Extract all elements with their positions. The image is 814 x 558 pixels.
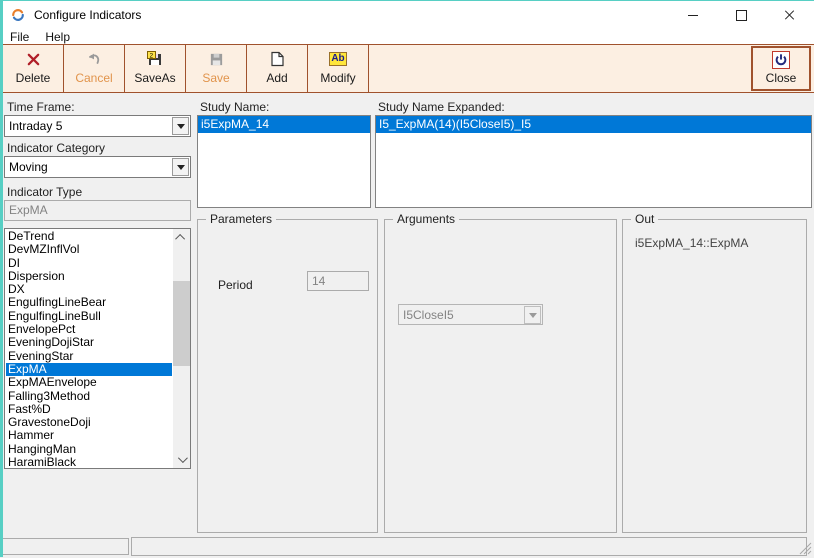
window-close-button[interactable] — [765, 0, 814, 30]
scrollbar-thumb[interactable] — [173, 281, 190, 366]
list-item[interactable]: ExpMAEnvelope — [6, 375, 172, 389]
chevron-down-icon[interactable] — [172, 158, 189, 176]
list-item[interactable]: HaramiBlack — [6, 455, 172, 467]
chevron-down-icon[interactable] — [524, 306, 541, 324]
maximize-button[interactable] — [717, 0, 765, 30]
window-left-border — [0, 0, 3, 557]
list-item[interactable]: EngulfingLineBear — [6, 296, 172, 310]
menu-file[interactable]: File — [0, 30, 37, 44]
list-item[interactable]: DevMZInflVol — [6, 242, 172, 256]
list-item[interactable]: HangingMan — [6, 442, 172, 456]
app-logo-icon — [10, 7, 26, 23]
scroll-down-icon[interactable] — [173, 451, 190, 468]
list-item[interactable]: DI — [6, 256, 172, 270]
undo-arrow-icon — [86, 50, 102, 68]
arguments-select[interactable]: I5CloseI5 — [398, 304, 543, 325]
parameters-group: Parameters — [197, 212, 378, 533]
list-item[interactable]: EnvelopePct — [6, 322, 172, 336]
period-label: Period — [218, 278, 253, 292]
indicator-category-select[interactable]: Moving — [4, 156, 191, 178]
toolbar-button-group: Delete Cancel 2 SaveAs Save Add Ab Modif… — [2, 45, 369, 92]
new-document-icon — [270, 50, 285, 68]
indicator-category-label: Indicator Category — [7, 141, 106, 155]
minimize-icon — [688, 14, 698, 16]
title-bar: Configure Indicators — [0, 0, 814, 30]
study-name-list: i5ExpMA_14 — [197, 115, 371, 208]
arguments-group: Arguments — [384, 212, 617, 533]
menu-bar: File Help — [0, 30, 814, 44]
status-panel-left — [2, 538, 129, 555]
status-panel-right — [131, 537, 807, 556]
resize-grip[interactable] — [799, 542, 812, 555]
list-item[interactable]: Falling3Method — [6, 389, 172, 403]
save-button[interactable]: Save — [186, 45, 247, 92]
list-item[interactable]: EveningDojiStar — [6, 336, 172, 350]
delete-x-icon — [26, 50, 41, 68]
study-name-row-selected[interactable]: i5ExpMA_14 — [198, 116, 370, 133]
study-name-expanded-list: I5_ExpMA(14)(I5CloseI5)_I5 — [375, 115, 812, 208]
list-item[interactable]: DX — [6, 282, 172, 296]
close-button[interactable]: Close — [751, 46, 811, 91]
indicator-list: DeTrend DevMZInflVol DI Dispersion DX En… — [4, 228, 191, 469]
time-frame-select[interactable]: Intraday 5 — [4, 115, 191, 137]
indicator-type-label: Indicator Type — [7, 185, 83, 199]
list-item[interactable]: EngulfingLineBull — [6, 309, 172, 323]
power-icon — [772, 51, 790, 69]
list-item[interactable]: EveningStar — [6, 349, 172, 363]
cancel-button[interactable]: Cancel — [64, 45, 125, 92]
configure-indicators-window: Configure Indicators File Help Delete Ca… — [0, 0, 814, 557]
out-value: i5ExpMA_14::ExpMA — [635, 236, 749, 250]
save-icon — [209, 50, 224, 68]
time-frame-label: Time Frame: — [7, 100, 75, 114]
list-scrollbar[interactable] — [173, 229, 190, 468]
indicator-type-field[interactable]: ExpMA — [4, 200, 191, 221]
study-name-label: Study Name: — [200, 100, 270, 114]
save-as-icon: 2 — [147, 50, 163, 68]
menu-help[interactable]: Help — [37, 30, 78, 44]
maximize-icon — [735, 9, 747, 21]
modify-button[interactable]: Ab Modify — [308, 45, 369, 92]
add-button[interactable]: Add — [247, 45, 308, 92]
list-item[interactable]: Fast%D — [6, 402, 172, 416]
indicator-list-items: DeTrend DevMZInflVol DI Dispersion DX En… — [6, 230, 172, 467]
list-item[interactable]: Dispersion — [6, 269, 172, 283]
list-item[interactable]: GravestoneDoji — [6, 415, 172, 429]
list-item[interactable]: DeTrend — [6, 230, 172, 243]
arguments-group-title: Arguments — [393, 212, 460, 226]
out-group-title: Out — [631, 212, 659, 226]
scroll-up-icon[interactable] — [173, 229, 190, 246]
window-title: Configure Indicators — [34, 8, 142, 22]
period-field[interactable]: 14 — [307, 271, 369, 291]
chevron-down-icon[interactable] — [172, 117, 189, 135]
delete-button[interactable]: Delete — [3, 45, 64, 92]
window-top-border — [0, 0, 814, 1]
close-icon — [784, 9, 796, 21]
list-item-selected[interactable]: ExpMA — [6, 362, 172, 377]
toolbar: Delete Cancel 2 SaveAs Save Add Ab Modif… — [0, 44, 814, 93]
parameters-group-title: Parameters — [206, 212, 277, 226]
out-group: Out — [622, 212, 807, 533]
svg-text:2: 2 — [150, 53, 154, 60]
study-name-expanded-label: Study Name Expanded: — [378, 100, 505, 114]
list-item[interactable]: Hammer — [6, 429, 172, 443]
study-name-expanded-row-selected[interactable]: I5_ExpMA(14)(I5CloseI5)_I5 — [376, 116, 811, 133]
minimize-button[interactable] — [669, 0, 717, 30]
rename-ab-icon: Ab — [329, 50, 347, 68]
save-as-button[interactable]: 2 SaveAs — [125, 45, 186, 92]
